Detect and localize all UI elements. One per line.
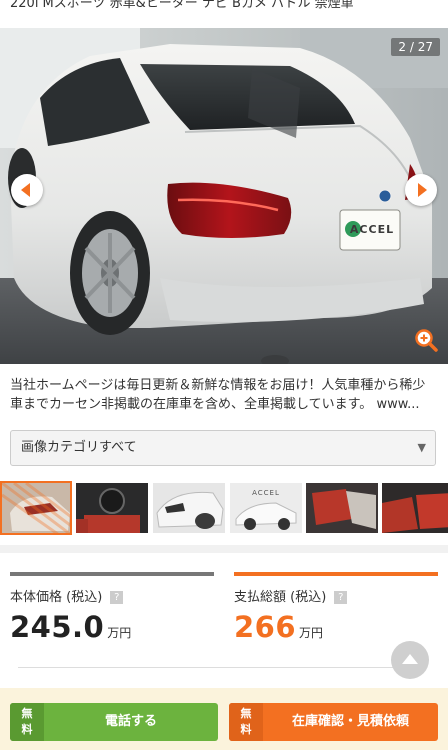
image-category-select[interactable]: 画像カテゴリすべて ▼ xyxy=(10,430,436,466)
base-price-value: 245.0 万円 xyxy=(10,610,131,644)
base-price-number: 245.0 xyxy=(10,610,105,644)
base-price-label: 本体価格 (税込)? xyxy=(10,586,124,605)
help-icon[interactable]: ? xyxy=(110,591,124,604)
image-category-value: 画像カテゴリすべて xyxy=(21,440,137,455)
total-price-bar xyxy=(234,572,438,576)
thumbnail-6[interactable] xyxy=(382,483,448,533)
thumbnail-logo-text: ACCEL xyxy=(252,489,280,497)
base-price-label-text: 本体価格 (税込) xyxy=(10,590,103,605)
stock-inquiry-label: 在庫確認・見積依頼 xyxy=(291,714,409,729)
zoom-in-button[interactable] xyxy=(414,328,438,352)
cta-bar: 無料 電話する 無料 在庫確認・見積依頼 xyxy=(0,688,448,750)
up-arrow-icon xyxy=(402,654,418,664)
zoom-in-icon xyxy=(415,329,438,352)
left-arrow-icon xyxy=(21,183,30,197)
plate-text: ACCEL xyxy=(350,223,394,236)
thumbnail-strip: ACCEL xyxy=(0,481,448,535)
total-price-unit: 万円 xyxy=(299,626,324,640)
call-free-badge: 無料 xyxy=(10,703,44,741)
help-icon[interactable]: ? xyxy=(334,591,348,604)
base-price-section: 本体価格 (税込)? 245.0 万円 xyxy=(10,572,214,644)
listing-title-strip: 220i Mスポーツ 赤革&ヒーター ナビ Bカメ パドル 禁煙車 xyxy=(0,0,448,28)
prev-photo-button[interactable] xyxy=(11,174,43,206)
thumbnail-2[interactable] xyxy=(76,483,148,533)
base-price-unit: 万円 xyxy=(107,626,132,640)
total-price-value: 266 万円 xyxy=(234,610,323,644)
car-photo-image: ACCEL xyxy=(0,28,448,364)
stock-free-badge: 無料 xyxy=(229,703,263,741)
main-photo[interactable]: ACCEL 2 / 27 xyxy=(0,28,448,364)
thumbnail-4[interactable]: ACCEL xyxy=(230,483,302,533)
call-button[interactable]: 無料 電話する xyxy=(10,703,218,741)
thumbnail-5[interactable] xyxy=(306,483,378,533)
stock-inquiry-button[interactable]: 無料 在庫確認・見積依頼 xyxy=(229,703,438,741)
description-text: 当社ホームページは毎日更新＆新鮮な情報をお届け！人気車種から稀少車までカーセン非… xyxy=(10,378,426,412)
right-arrow-icon xyxy=(418,183,427,197)
chevron-down-icon: ▼ xyxy=(417,441,426,454)
section-divider xyxy=(0,545,448,553)
next-photo-button[interactable] xyxy=(405,174,437,206)
thumbnail-1[interactable] xyxy=(0,481,72,535)
photo-counter: 2 / 27 xyxy=(391,38,440,56)
call-button-label: 電話する xyxy=(104,714,157,729)
price-divider xyxy=(18,667,394,668)
listing-title: 220i Mスポーツ 赤革&ヒーター ナビ Bカメ パドル 禁煙車 xyxy=(10,0,354,11)
total-price-section: 支払総額 (税込)? 266 万円 xyxy=(234,572,438,644)
scroll-to-top-button[interactable] xyxy=(391,641,429,679)
base-price-bar xyxy=(10,572,214,576)
thumbnail-3[interactable] xyxy=(153,483,225,533)
total-price-label-text: 支払総額 (税込) xyxy=(234,590,327,605)
total-price-label: 支払総額 (税込)? xyxy=(234,586,348,605)
total-price-number: 266 xyxy=(234,610,297,644)
